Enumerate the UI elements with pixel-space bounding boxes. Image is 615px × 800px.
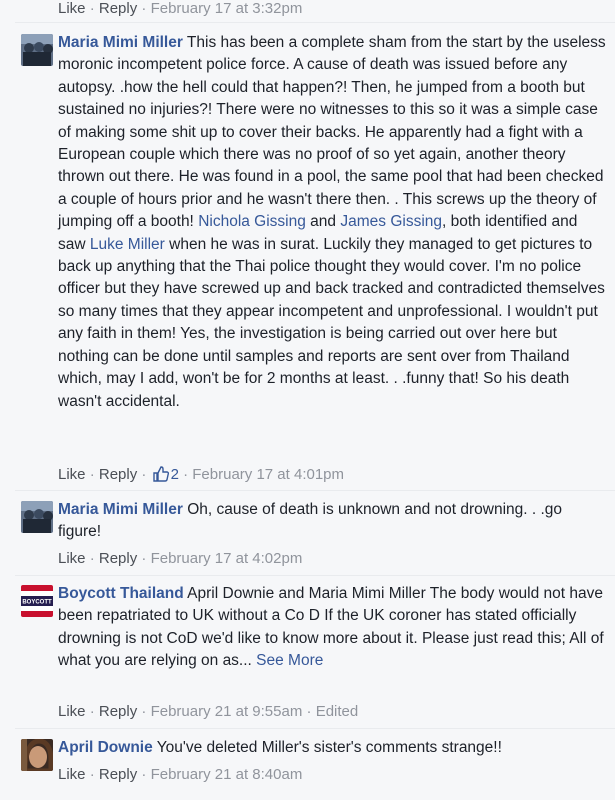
avatar[interactable]: BOYCOTT [21, 585, 53, 617]
previous-comment-actions: Like · Reply · February 17 at 3:32pm [58, 0, 303, 17]
like-count[interactable]: 2 [151, 466, 184, 483]
edited-label[interactable]: Edited [316, 703, 359, 720]
comment-actions: Like · Reply · February 17 at 4:02pm [58, 550, 303, 567]
timestamp[interactable]: February 17 at 3:32pm [151, 0, 303, 17]
comment-author[interactable]: Maria Mimi Miller [58, 34, 183, 51]
avatar-photo-icon [21, 501, 53, 533]
mention-link[interactable]: James Gissing [340, 213, 442, 230]
comment-actions: Like · Reply · February 21 at 8:40am [58, 766, 303, 783]
divider [15, 22, 615, 23]
comment-author[interactable]: Maria Mimi Miller [58, 501, 183, 518]
mention-link[interactable]: Nichola Gissing [198, 213, 306, 230]
like-link[interactable]: Like [58, 703, 86, 720]
svg-text:BOYCOTT: BOYCOTT [22, 600, 52, 606]
reply-link[interactable]: Reply [99, 466, 137, 483]
comment-author[interactable]: April Downie [58, 739, 153, 756]
avatar[interactable] [21, 739, 53, 771]
avatar[interactable] [21, 34, 53, 66]
comment-actions: Like · Reply · 2 · February 17 at 4:01pm [58, 466, 345, 483]
avatar-photo-icon [21, 739, 53, 771]
comment-thread: Like · Reply · February 17 at 3:32pm Mar… [0, 0, 615, 800]
avatar-photo-icon [21, 34, 53, 66]
like-link[interactable]: Like [58, 466, 86, 483]
timestamp[interactable]: February 17 at 4:02pm [151, 550, 303, 567]
comment-text: This has been a complete sham from the s… [58, 34, 606, 231]
reply-link[interactable]: Reply [99, 0, 137, 17]
comment-text: when he was in surat. Luckily they manag… [58, 235, 605, 410]
like-link[interactable]: Like [58, 550, 86, 567]
avatar[interactable] [21, 501, 53, 533]
timestamp[interactable]: February 17 at 4:01pm [192, 466, 344, 483]
reply-link[interactable]: Reply [99, 550, 137, 567]
comment-body: Boycott Thailand April Downie and Maria … [58, 583, 607, 673]
reply-link[interactable]: Reply [99, 766, 137, 783]
reply-link[interactable]: Reply [99, 703, 137, 720]
thumbs-up-icon [152, 466, 169, 482]
comment-text: You've deleted Miller's sister's comment… [152, 739, 502, 756]
timestamp[interactable]: February 21 at 8:40am [151, 766, 303, 783]
like-link[interactable]: Like [58, 0, 86, 17]
divider [15, 490, 615, 491]
comment-body: Maria Mimi Miller This has been a comple… [58, 32, 607, 413]
divider [15, 728, 615, 729]
comment-text: and [305, 213, 341, 231]
see-more-link[interactable]: See More [256, 652, 323, 669]
comment-body: Maria Mimi Miller Oh, cause of death is … [58, 499, 607, 544]
comment-actions: Like · Reply · February 21 at 9:55am · E… [58, 703, 359, 720]
boycott-logo-icon: BOYCOTT [21, 585, 53, 617]
comment-body: April Downie You've deleted Miller's sis… [58, 737, 607, 759]
like-link[interactable]: Like [58, 766, 86, 783]
divider [15, 575, 615, 576]
comment-author[interactable]: Boycott Thailand [58, 585, 184, 602]
timestamp[interactable]: February 21 at 9:55am [151, 703, 303, 720]
mention-link[interactable]: Luke Miller [90, 236, 165, 253]
